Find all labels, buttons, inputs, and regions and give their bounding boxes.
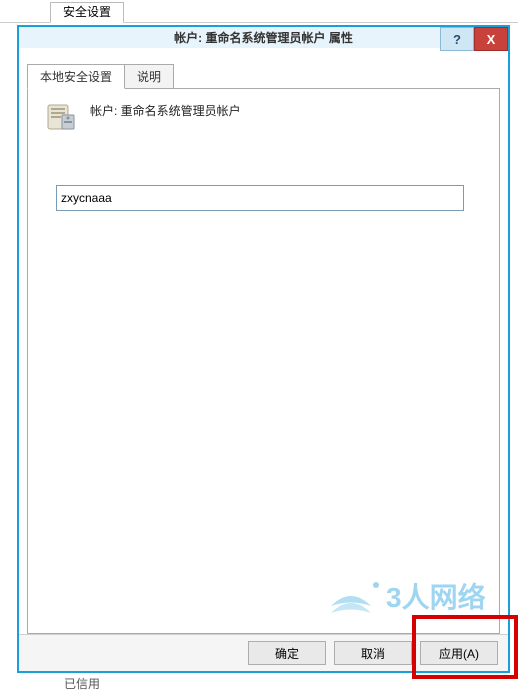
policy-header: 帐户: 重命名系统管理员帐户 — [44, 101, 483, 135]
parent-tab-strip: 安全设置 — [0, 0, 518, 23]
cancel-button[interactable]: 取消 — [334, 641, 412, 665]
bg-bottom-text: 已信用 — [64, 675, 100, 692]
admin-account-name-input[interactable] — [56, 185, 464, 211]
dialog-title: 帐户: 重命名系统管理员帐户 属性 — [19, 29, 508, 46]
tab-panel-local-security: 帐户: 重命名系统管理员帐户 — [27, 88, 500, 634]
properties-dialog: 帐户: 重命名系统管理员帐户 属性 ? X 本地安全设置 说明 — [18, 26, 509, 672]
dialog-body: 本地安全设置 说明 帐户: 重命名系统管理员帐户 — [19, 48, 508, 634]
parent-tab-security-settings[interactable]: 安全设置 — [50, 2, 124, 23]
titlebar[interactable]: 帐户: 重命名系统管理员帐户 属性 ? X — [19, 27, 508, 48]
ok-button[interactable]: 确定 — [248, 641, 326, 665]
policy-icon — [44, 101, 78, 135]
tab-local-security-settings[interactable]: 本地安全设置 — [27, 64, 125, 89]
dialog-footer: 确定 取消 应用(A) — [19, 634, 508, 671]
tab-strip: 本地安全设置 说明 — [27, 64, 500, 88]
tab-explain[interactable]: 说明 — [124, 64, 174, 89]
policy-label: 帐户: 重命名系统管理员帐户 — [90, 101, 241, 119]
apply-button[interactable]: 应用(A) — [420, 641, 498, 665]
